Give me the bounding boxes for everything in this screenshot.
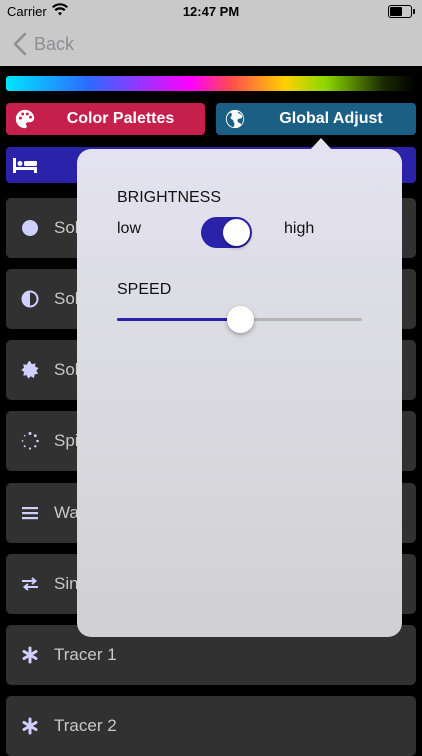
status-bar: Carrier 12:47 PM <box>0 0 422 22</box>
brightness-low-label: low <box>117 220 142 237</box>
clock: 12:47 PM <box>182 4 240 19</box>
list-item-label: Tracer 2 <box>54 716 117 735</box>
global-adjust-label: Global Adjust <box>279 110 383 127</box>
slider-fill <box>117 318 240 321</box>
back-label: Back <box>34 33 75 54</box>
brightness-high-label: high <box>284 220 315 237</box>
list-item-label: Spi <box>54 431 79 450</box>
lines-icon <box>22 507 38 520</box>
nav-bar: Back <box>0 22 422 66</box>
list-item-label: Sol <box>54 218 79 237</box>
color-spectrum-slider[interactable] <box>6 76 416 91</box>
battery-icon <box>388 5 415 18</box>
circle-filled-icon <box>22 220 38 236</box>
global-adjust-popover: BRIGHTNESS low high SPEED <box>77 149 402 637</box>
brightness-title: BRIGHTNESS <box>117 189 222 206</box>
toggle-knob <box>223 219 250 246</box>
globe-icon <box>225 109 245 129</box>
chevron-left-icon <box>13 32 27 56</box>
bed-icon <box>13 158 37 173</box>
global-adjust-button[interactable]: Global Adjust <box>216 103 416 135</box>
list-item-label: Sol <box>54 360 79 379</box>
asterisk-icon <box>22 646 38 664</box>
list-item-label: Tracer 1 <box>54 645 117 664</box>
list-item[interactable]: Tracer 2 <box>6 696 416 756</box>
speed-title: SPEED <box>117 281 172 298</box>
palette-icon <box>15 109 35 129</box>
list-item-label: Sol <box>54 289 79 308</box>
back-button[interactable]: Back <box>12 32 74 56</box>
brightness-toggle[interactable] <box>201 217 252 248</box>
color-palettes-button[interactable]: Color Palettes <box>6 103 205 135</box>
half-circle-icon <box>21 290 39 308</box>
color-palettes-label: Color Palettes <box>66 110 175 127</box>
slider-thumb[interactable] <box>226 306 254 333</box>
speed-slider[interactable] <box>117 306 362 333</box>
dotted-circle-icon <box>21 432 39 450</box>
list-item-label: Sin <box>54 574 79 593</box>
asterisk-icon <box>22 717 38 735</box>
arrows-swap-icon <box>22 577 38 591</box>
list-item-label: Wa <box>54 503 79 522</box>
burst-icon <box>21 361 39 379</box>
